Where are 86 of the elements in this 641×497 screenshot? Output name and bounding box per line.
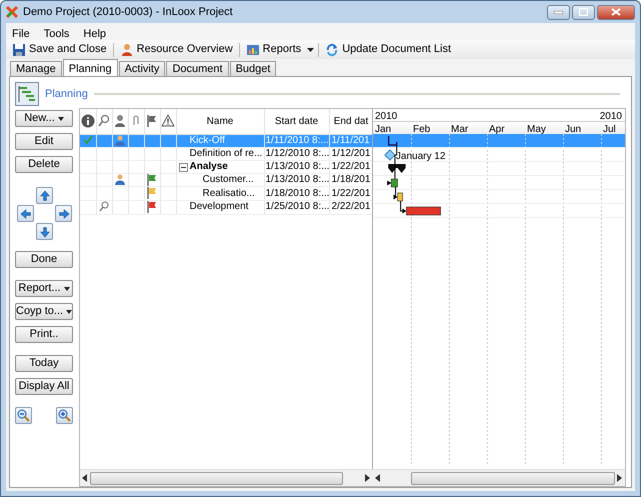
column-header[interactable]: Start date [264, 109, 329, 134]
start-date-cell: 1/11/2010 8:... [264, 134, 329, 148]
flag-icon [145, 114, 159, 128]
side-button[interactable]: Delete [15, 156, 73, 173]
close-button[interactable] [597, 4, 635, 20]
tab[interactable]: Planning [62, 59, 118, 76]
chart-icon [246, 42, 260, 56]
menu-item[interactable]: Help [83, 26, 106, 37]
end-date-cell: 1/12/201 [329, 147, 372, 160]
app-icon [6, 6, 18, 18]
task-bar [406, 206, 441, 216]
arrow-down-icon [38, 226, 50, 238]
side-button[interactable]: Display All [15, 378, 73, 395]
minimize-icon [554, 10, 563, 14]
info-icon [80, 114, 95, 128]
menu-item[interactable]: Tools [44, 26, 70, 37]
move-right-button[interactable] [55, 205, 72, 222]
end-date-cell: 1/11/201 [329, 134, 372, 148]
person-icon [113, 114, 127, 128]
tab[interactable]: Document [166, 61, 229, 76]
month-label: Jun [564, 123, 582, 134]
end-date-cell: 1/22/201 [329, 186, 372, 200]
column-header[interactable]: Name [176, 109, 264, 134]
side-button[interactable]: Report... [15, 280, 73, 297]
move-left-button[interactable] [17, 205, 34, 222]
scroll-right-icon[interactable] [365, 474, 371, 482]
side-button[interactable]: Today [15, 355, 73, 372]
task-name: Kick-Off [190, 134, 225, 146]
side-button[interactable]: Edit [15, 133, 73, 150]
minimize-button[interactable] [547, 4, 570, 20]
zoom-in-icon [58, 409, 71, 422]
caret-icon[interactable] [307, 48, 314, 52]
tab[interactable]: Manage [10, 61, 62, 76]
toolbar-button[interactable]: Resource Overview [118, 41, 235, 58]
tab[interactable]: Budget [230, 61, 276, 76]
menu-item[interactable]: File [12, 26, 30, 37]
year-label: 2010 [600, 110, 622, 121]
month-label: Feb [412, 123, 432, 134]
milestone-diamond [384, 149, 396, 161]
task-name: Definition of re... [190, 148, 262, 159]
scroll-left-icon[interactable] [82, 474, 88, 482]
side-button[interactable]: Coyp to... [15, 303, 73, 320]
person-icon [120, 42, 134, 56]
toolbar-button[interactable]: Reports [244, 41, 304, 58]
month-label: Apr [488, 123, 506, 134]
zoom-out-icon [17, 409, 30, 422]
task-name: Realisatio... [202, 188, 255, 199]
save-icon [12, 42, 26, 56]
arrow-left-icon [20, 208, 32, 220]
task-name: Analyse [190, 160, 228, 172]
month-label: Jul [602, 123, 617, 134]
window-title: Demo Project (2010-0003) - InLoox Project [23, 4, 233, 20]
arrow-right-icon [58, 208, 70, 220]
maximize-button[interactable] [572, 4, 595, 20]
zoom-out-button[interactable] [15, 407, 32, 424]
close-icon [611, 8, 621, 16]
side-button[interactable]: Print.. [15, 326, 73, 343]
side-button[interactable]: New... [15, 110, 73, 127]
milestone-label: January 12 [396, 151, 446, 162]
task-name: Development [190, 201, 248, 212]
scroll-left-icon[interactable] [375, 474, 381, 482]
scroll-right-icon[interactable] [617, 474, 623, 482]
side-button[interactable]: Done [15, 251, 73, 268]
section-title: Planning [45, 86, 88, 102]
maximize-icon [579, 8, 588, 16]
zoom-in-button[interactable] [56, 407, 73, 424]
month-label: May [526, 123, 547, 134]
end-date-cell: 2/22/201 [329, 200, 372, 214]
move-down-button[interactable] [36, 223, 53, 240]
magnifier-icon [97, 114, 111, 128]
arrow-up-icon [38, 190, 50, 202]
month-label: Jan [374, 123, 392, 134]
toolbar-button[interactable]: Update Document List [323, 41, 454, 58]
toolbar-button[interactable]: Save and Close [10, 41, 109, 58]
task-bar [397, 192, 403, 202]
task-bar [390, 178, 398, 188]
end-date-cell: 1/22/201 [329, 160, 372, 174]
collapse-icon[interactable] [178, 162, 188, 172]
move-up-button[interactable] [36, 187, 53, 204]
refresh-icon [325, 42, 340, 56]
task-name: Customer... [202, 174, 254, 185]
tab[interactable]: Activity [118, 61, 166, 76]
end-date-cell: 1/18/201 [329, 173, 372, 187]
month-label: Mar [450, 123, 470, 134]
year-label: 2010 [375, 110, 398, 121]
planning-icon [15, 82, 39, 106]
